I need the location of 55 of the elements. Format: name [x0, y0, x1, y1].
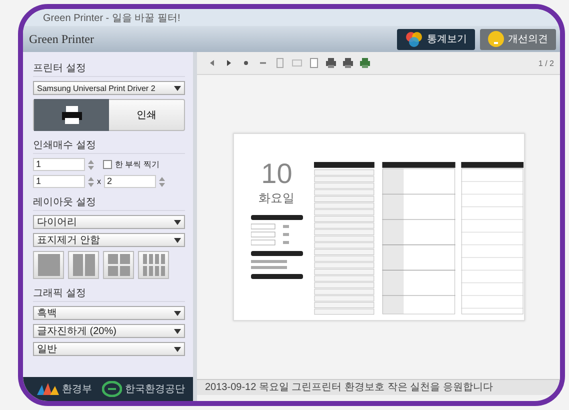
caret-icon — [174, 310, 181, 316]
spinner-icon[interactable] — [159, 176, 165, 186]
page-indicator: 1 / 2 — [538, 58, 554, 68]
window-title: Green Printer - 일을 바꿀 필터! — [43, 12, 180, 24]
status-bar: 2013-09-12 목요일 그린프린터 환경보호 작은 실천을 응원합니다 — [197, 379, 560, 395]
caret-icon — [174, 86, 181, 90]
dropdown[interactable]: 일반 — [33, 342, 185, 356]
logo-text: 한국환경공단 — [125, 383, 185, 396]
caret-icon — [174, 238, 181, 242]
weekday: 화요일 — [258, 190, 295, 207]
layout-option-button[interactable] — [68, 251, 99, 279]
printer-icon — [62, 106, 82, 124]
printer-dropdown[interactable]: Samsung Universal Print Driver 2 — [33, 81, 185, 95]
header-button[interactable]: 개선의견 — [480, 28, 556, 50]
printer-icon[interactable] — [360, 58, 370, 68]
checkbox[interactable] — [103, 160, 112, 169]
lightbulb-icon — [488, 31, 504, 47]
page-grid-icon — [108, 254, 130, 276]
checkbox-label: 한 부씩 찍기 — [115, 159, 160, 170]
page-grid-icon — [72, 254, 94, 276]
memo-boxes-drawing — [250, 215, 303, 279]
section-heading: 프린터 설정 — [33, 61, 185, 77]
caret-icon — [174, 346, 181, 352]
dropdown[interactable]: 다이어리 — [33, 215, 185, 229]
page-icon[interactable] — [309, 58, 319, 68]
app-logo: Green Printer — [29, 32, 95, 46]
layout-option-button[interactable] — [138, 251, 169, 279]
dropdown[interactable]: 글자진하게 (20%) — [33, 324, 185, 338]
spinner-icon[interactable] — [88, 176, 94, 186]
dropdown[interactable]: 표지제거 안함 — [33, 233, 185, 247]
header-button[interactable]: 통계보기 — [397, 28, 475, 50]
caret-icon — [174, 328, 181, 334]
times-sign: x — [97, 177, 101, 186]
dot-icon[interactable] — [241, 58, 251, 68]
section-heading: 그래픽 설정 — [33, 286, 185, 302]
section-heading: 인쇄매수 설정 — [33, 138, 185, 154]
layout-option-button[interactable] — [103, 251, 134, 279]
chart-circles-icon — [405, 31, 423, 47]
input-field[interactable]: 1 — [33, 175, 85, 188]
page-grid-icon — [38, 254, 60, 276]
layout-option-button[interactable] — [33, 251, 64, 279]
day-number: 10 — [261, 160, 292, 188]
printer-icon[interactable] — [343, 58, 353, 68]
section-heading: 레이아웃 설정 — [33, 195, 185, 211]
fit-height-icon[interactable] — [275, 58, 285, 68]
input-field[interactable]: 2 — [104, 175, 156, 188]
printer-icon[interactable] — [326, 58, 336, 68]
dropdown[interactable]: 흑백 — [33, 306, 185, 320]
page-grid-icon — [142, 254, 164, 276]
caret-icon — [174, 220, 181, 224]
input-field[interactable]: 1 — [33, 158, 85, 171]
logo-text: 환경부 — [62, 383, 92, 396]
fit-width-icon[interactable] — [292, 58, 302, 68]
print-button[interactable]: 인쇄 — [33, 99, 185, 131]
spinner-icon[interactable] — [88, 160, 94, 170]
